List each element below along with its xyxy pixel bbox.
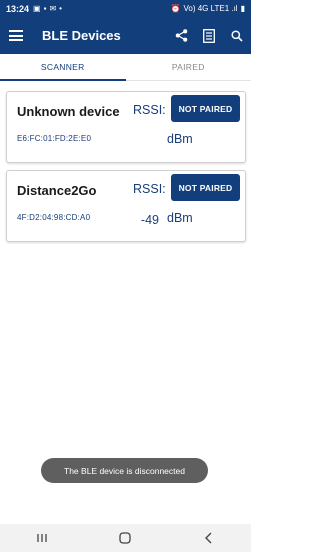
- home-icon[interactable]: [105, 524, 145, 552]
- recent-apps-icon[interactable]: [22, 524, 62, 552]
- battery-icon: ▮: [240, 4, 245, 13]
- system-nav-bar: [0, 524, 251, 552]
- gallery-icon: ▣: [33, 4, 41, 13]
- tab-scanner[interactable]: SCANNER: [0, 54, 126, 81]
- rssi-label: RSSI:: [133, 182, 166, 196]
- mail-icon: ✉: [49, 4, 57, 13]
- back-icon[interactable]: [189, 524, 229, 552]
- device-card[interactable]: Unknown device E6:FC:01:FD:2E:E0 RSSI: d…: [6, 91, 246, 163]
- status-bar: 13:24 ▣ ▪ ✉ • ⏰ Vo) 4G LTE1 .ıl ▮: [0, 0, 251, 17]
- rssi-unit: dBm: [167, 211, 193, 225]
- alarm-icon: ⏰: [170, 4, 181, 13]
- app-bar: BLE Devices: [0, 17, 251, 54]
- tab-paired[interactable]: PAIRED: [126, 54, 252, 80]
- network-status: Vo) 4G LTE1 .ıl: [183, 4, 238, 13]
- linkedin-icon: ▪: [43, 4, 47, 13]
- device-mac-address: E6:FC:01:FD:2E:E0: [17, 134, 92, 143]
- search-icon[interactable]: [223, 17, 251, 54]
- status-time: 13:24: [6, 3, 30, 14]
- device-mac-address: 4F:D2:04:98:CD:A0: [17, 213, 91, 222]
- rssi-label: RSSI:: [133, 103, 166, 117]
- not-paired-button[interactable]: NOT PAIRED: [171, 95, 240, 122]
- notification-icons: ▣ ▪ ✉ •: [33, 4, 62, 13]
- rssi-value: -49: [140, 213, 159, 227]
- device-name: Distance2Go: [17, 183, 97, 198]
- device-card[interactable]: Distance2Go 4F:D2:04:98:CD:A0 RSSI: -49 …: [6, 170, 246, 242]
- share-icon[interactable]: [167, 17, 195, 54]
- dot-icon: •: [59, 4, 62, 13]
- app-title: BLE Devices: [42, 28, 121, 43]
- not-paired-button[interactable]: NOT PAIRED: [171, 174, 240, 201]
- status-right: ⏰ Vo) 4G LTE1 .ıl ▮: [171, 4, 245, 13]
- toast-message: The BLE device is disconnected: [41, 458, 208, 483]
- list-icon[interactable]: [195, 17, 223, 54]
- rssi-unit: dBm: [167, 132, 193, 146]
- device-name: Unknown device: [17, 104, 120, 119]
- menu-icon[interactable]: [0, 17, 32, 54]
- tab-bar: SCANNER PAIRED: [0, 54, 251, 81]
